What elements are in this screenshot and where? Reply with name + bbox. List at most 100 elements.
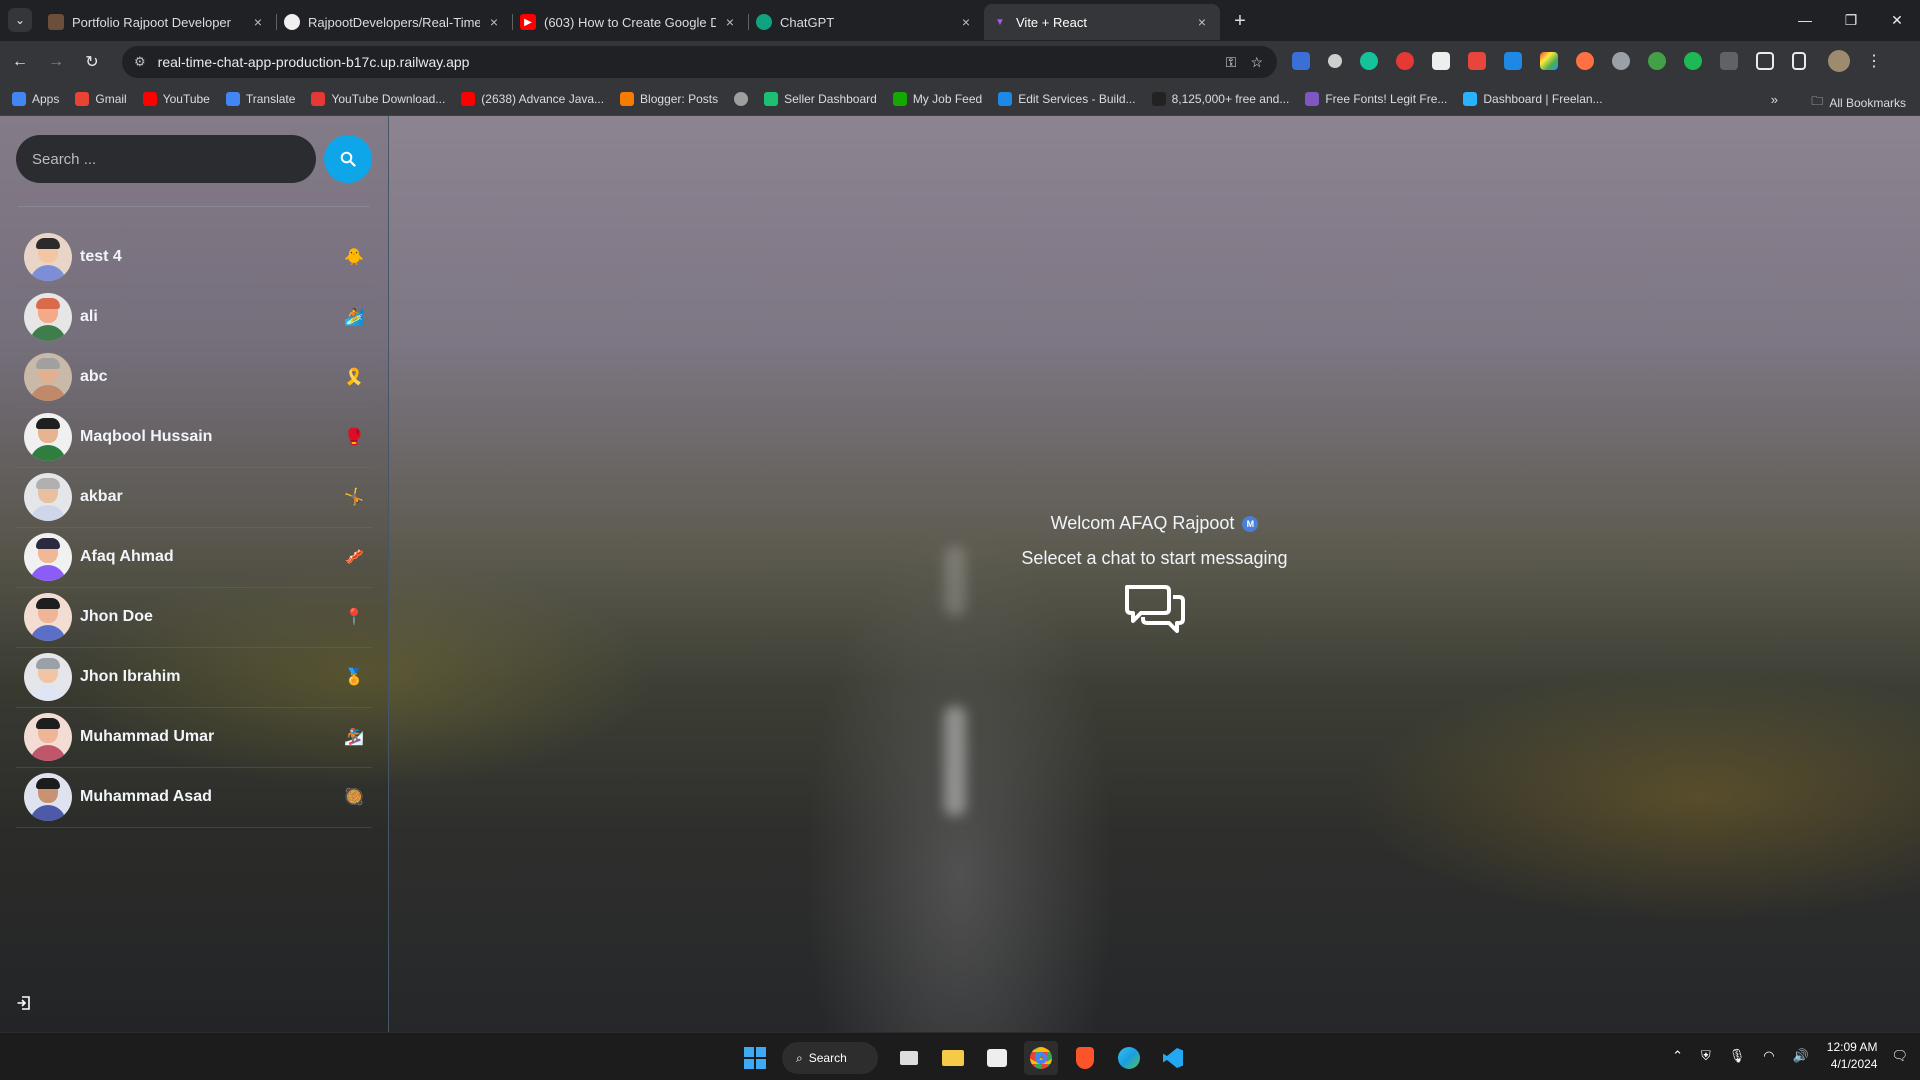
bookmark-item[interactable]: Edit Services - Build... [998,92,1136,106]
bookmark-item[interactable]: Blogger: Posts [620,92,718,106]
extension-icon[interactable] [1648,52,1666,70]
extension-icon[interactable] [1612,52,1630,70]
volume-icon[interactable]: 🔊 [1793,1048,1809,1064]
close-icon[interactable]: × [1194,14,1210,30]
forward-icon[interactable]: → [40,46,72,78]
conversation-emoji: 🏄 [344,309,364,326]
conversation-item[interactable]: abc 🎗️ [16,349,372,408]
logout-icon[interactable] [16,995,32,1016]
address-bar[interactable]: ⚙ real-time-chat-app-production-b17c.up.… [122,46,1277,78]
bookmarks-bar: Apps Gmail YouTube Translate YouTube Downloa… [0,83,1920,116]
conversation-item[interactable]: Muhammad Umar 🏂 [16,709,372,768]
vscode-icon[interactable] [1156,1041,1190,1075]
bookmark-item[interactable]: Dashboard | Freelan... [1463,92,1603,106]
conversation-name: ali [80,308,98,325]
bookmark-item[interactable]: Seller Dashboard [764,92,877,106]
all-bookmarks-button[interactable]: 🗀 All Bookmarks [1811,92,1906,113]
chevron-up-icon[interactable]: ⌃ [1672,1048,1683,1064]
tab-chatgpt[interactable]: ChatGPT × [748,4,984,40]
bookmark-item[interactable]: 8,125,000+ free and... [1151,92,1289,106]
edge-icon[interactable] [1112,1041,1146,1075]
sidebar: test 4 🐥 ali 🏄 abc 🎗️ Maqbool Hussain 🥊 akbar 🤸 Af… [0,116,389,1032]
close-icon[interactable]: × [486,14,502,30]
wifi-icon[interactable]: ◠ [1763,1048,1774,1064]
conversation-item[interactable]: Jhon Ibrahim 🏅 [16,649,372,708]
search-input[interactable] [16,135,316,183]
avatar [24,293,72,341]
password-key-icon[interactable]: ⚿ [1226,54,1237,71]
clock[interactable]: 12:09 AM 4/1/2024 [1827,1039,1878,1073]
conversation-item[interactable]: Afaq Ahmad 🥓 [16,529,372,588]
bookmark-star-icon[interactable]: ☆ [1250,54,1263,71]
conversation-name: Afaq Ahmad [80,548,174,565]
bookmark-item[interactable]: Free Fonts! Legit Fre... [1305,92,1447,106]
color-picker-icon[interactable] [1328,54,1342,68]
file-explorer-icon[interactable] [936,1041,970,1075]
close-window-icon[interactable]: ✕ [1874,0,1920,40]
conversation-emoji: 🤸 [344,489,364,506]
new-tab-button[interactable]: + [1226,8,1254,36]
tab-title: Vite + React [1016,14,1087,30]
conversation-item[interactable]: Jhon Doe 📍 [16,589,372,648]
windows-start-icon[interactable] [738,1041,772,1075]
extension-icon[interactable] [1396,52,1414,70]
close-icon[interactable]: × [250,14,266,30]
tab-youtube[interactable]: ▶ (603) How to Create Google Dr × [512,4,749,40]
bookmark-item[interactable] [734,92,754,106]
tab-list: Portfolio Rajpoot Developer × RajpootDev… [40,4,1254,40]
extension-icon[interactable] [1684,52,1702,70]
conversation-item[interactable]: ali 🏄 [16,289,372,348]
bookmark-item[interactable]: YouTube [142,92,210,106]
conversation-emoji: 🏅 [344,669,364,686]
close-icon[interactable]: × [958,14,974,30]
bookmark-favicon-icon [620,92,635,106]
microphone-icon[interactable]: 🎙 [1729,1048,1746,1064]
bookmark-item[interactable]: Translate [225,92,295,106]
task-view-icon[interactable] [892,1041,926,1075]
minimize-icon[interactable]: — [1782,0,1828,40]
security-icon[interactable]: ⛨ [1701,1048,1711,1064]
taskbar-search[interactable]: ⌕ Search [782,1042,878,1074]
tab-github[interactable]: RajpootDevelopers/Real-Time-C × [276,4,513,40]
folder-icon: 🗀 [1811,94,1824,108]
site-info-icon[interactable]: ⚙ [134,54,146,70]
conversation-item[interactable]: akbar 🤸 [16,469,372,528]
side-panel-icon[interactable] [1792,52,1806,70]
conversation-item[interactable]: Maqbool Hussain 🥊 [16,409,372,468]
taskbar-apps: ⌕ Search [738,1041,1200,1075]
tab-vite-react[interactable]: ▼ Vite + React × [984,4,1220,40]
extension-icon[interactable] [1432,52,1450,70]
notification-icon[interactable]: 🗨 [1891,1048,1908,1064]
chrome-icon[interactable] [1024,1041,1058,1075]
conversation-name: abc [80,368,108,385]
extension-icon[interactable] [1468,52,1486,70]
store-icon[interactable] [980,1041,1014,1075]
tab-title: (603) How to Create Google Dr [544,14,716,30]
bookmark-item[interactable]: YouTube Download... [311,92,445,106]
grammarly-icon[interactable] [1360,52,1378,70]
extension-icon[interactable] [1540,52,1558,70]
bookmark-item[interactable]: Apps [12,92,59,106]
url-text[interactable]: real-time-chat-app-production-b17c.up.ra… [158,54,1226,70]
tab-portfolio[interactable]: Portfolio Rajpoot Developer × [40,4,277,40]
bookmark-item[interactable]: (2638) Advance Java... [461,92,604,106]
reload-icon[interactable]: ↻ [76,46,108,78]
brave-icon[interactable] [1068,1041,1102,1075]
close-icon[interactable]: × [722,14,738,30]
conversation-item[interactable]: Muhammad Asad 🥘 [16,769,372,828]
tab-search-button[interactable]: ⌄ [8,8,32,32]
more-bookmarks-icon[interactable]: » [1771,92,1778,107]
extensions-puzzle-icon[interactable] [1756,52,1774,70]
more-menu-icon[interactable]: ⋮ [1866,51,1882,71]
search-button[interactable] [324,135,372,183]
mail-icon[interactable] [1720,52,1738,70]
back-icon[interactable]: ← [4,46,36,78]
bookmark-item[interactable]: Gmail [75,92,127,106]
bookmark-item[interactable]: My Job Feed [892,92,982,106]
restore-icon[interactable]: ❐ [1828,0,1874,40]
conversation-item[interactable]: test 4 🐥 [16,229,372,288]
profile-avatar[interactable] [1828,50,1850,72]
extension-icon[interactable] [1292,52,1310,70]
extension-icon[interactable] [1576,52,1594,70]
bing-icon[interactable] [1504,52,1522,70]
